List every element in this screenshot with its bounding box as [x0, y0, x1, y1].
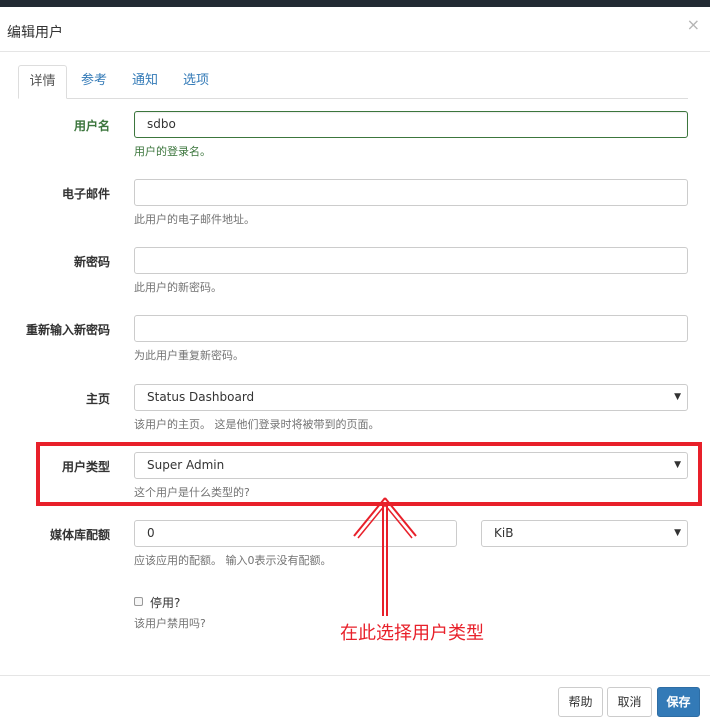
caret-down-icon: ▼ — [674, 528, 681, 538]
media-quota-unit-value: KiB — [494, 526, 514, 540]
arrow-up-icon — [353, 497, 417, 616]
media-quota-label: 媒体库配额 — [49, 528, 110, 542]
tab-options[interactable]: 选项 — [178, 65, 214, 98]
confirm-password-input[interactable] — [134, 315, 688, 342]
close-icon[interactable]: × — [687, 17, 700, 33]
disabled-checkbox[interactable] — [134, 597, 143, 606]
media-quota-unit-select[interactable]: KiB ▼ — [481, 520, 688, 547]
tab-reference[interactable]: 参考 — [76, 65, 112, 98]
save-button[interactable]: 保存 — [657, 687, 700, 717]
top-bar — [0, 0, 710, 7]
username-help: 用户的登录名。 — [134, 145, 211, 158]
annotation-text: 在此选择用户类型 — [340, 623, 484, 644]
email-label: 电子邮件 — [61, 187, 110, 201]
dialog-footer — [0, 675, 710, 723]
confirm-password-label: 重新输入新密码 — [25, 323, 110, 337]
disabled-label[interactable]: 停用? — [150, 594, 180, 611]
new-password-label: 新密码 — [73, 255, 110, 269]
username-label: 用户名 — [73, 119, 110, 133]
confirm-password-help: 为此用户重复新密码。 — [134, 349, 244, 362]
home-page-value: Status Dashboard — [147, 390, 255, 404]
home-page-label: 主页 — [85, 392, 110, 406]
home-page-help: 该用户的主页。 这是他们登录时将被带到的页面。 — [134, 418, 380, 431]
username-input[interactable]: sdbo — [134, 111, 688, 138]
new-password-help: 此用户的新密码。 — [134, 281, 222, 294]
new-password-input[interactable] — [134, 247, 688, 274]
dialog-header: 编辑用户 × — [0, 7, 710, 52]
email-help: 此用户的电子邮件地址。 — [134, 213, 255, 226]
cancel-button[interactable]: 取消 — [607, 687, 652, 717]
tab-bar: 详情 参考 通知 选项 — [18, 65, 688, 99]
username-value: sdbo — [147, 117, 176, 131]
tab-notifications[interactable]: 通知 — [127, 65, 163, 98]
dialog-title: 编辑用户 — [7, 25, 63, 41]
media-quota-help: 应该应用的配额。 输入0表示没有配额。 — [134, 554, 332, 567]
home-page-select[interactable]: Status Dashboard ▼ — [134, 384, 688, 411]
email-input[interactable] — [134, 179, 688, 206]
tab-details[interactable]: 详情 — [18, 65, 67, 99]
disabled-help: 该用户禁用吗? — [134, 617, 206, 630]
media-quota-value: 0 — [147, 526, 155, 540]
help-button[interactable]: 帮助 — [558, 687, 603, 717]
caret-down-icon: ▼ — [674, 392, 681, 402]
